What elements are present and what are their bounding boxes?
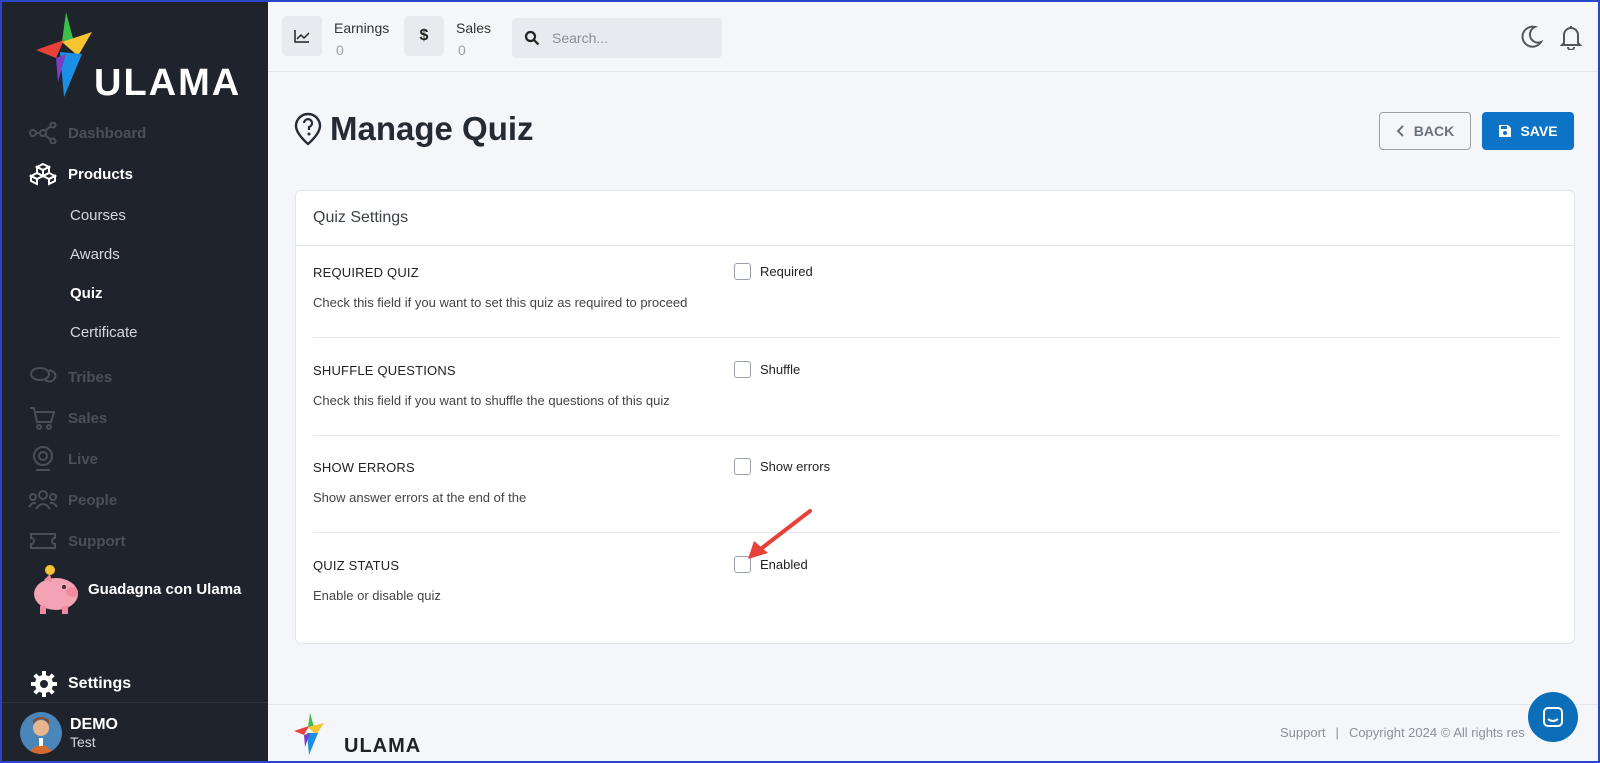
checkbox-box[interactable] bbox=[734, 263, 751, 280]
save-button[interactable]: SAVE bbox=[1482, 112, 1574, 150]
sidebar: ULAMA Dashboard Products Courses Awards … bbox=[2, 2, 268, 761]
checkbox-label: Show errors bbox=[760, 459, 831, 474]
chevron-left-icon bbox=[1396, 125, 1404, 137]
setting-title: REQUIRED QUIZ bbox=[313, 265, 419, 280]
sidebar-item-sales[interactable]: Sales bbox=[28, 403, 107, 433]
promo-earn-with-ulama[interactable]: Guadagna con Ulama bbox=[28, 562, 241, 616]
sidebar-item-label: Sales bbox=[68, 409, 108, 427]
divider bbox=[313, 435, 1559, 436]
footer-links: Support | Copyright 2024 © All rights res bbox=[1280, 725, 1525, 740]
ulama-logo[interactable]: ULAMA bbox=[36, 12, 239, 104]
search-icon bbox=[512, 30, 552, 46]
sidebar-subitem-certificate[interactable]: Certificate bbox=[70, 324, 138, 341]
divider bbox=[2, 702, 268, 703]
cubes-icon bbox=[28, 162, 58, 186]
required-checkbox[interactable]: Required bbox=[734, 263, 813, 280]
sidebar-item-products[interactable]: Products bbox=[28, 159, 133, 189]
cart-icon bbox=[28, 406, 58, 430]
sidebar-item-people[interactable]: People bbox=[28, 485, 117, 515]
settings-label: Settings bbox=[68, 675, 132, 692]
page-title: Manage Quiz bbox=[330, 110, 534, 147]
show-errors-checkbox[interactable]: Show errors bbox=[734, 458, 830, 475]
setting-title: SHOW ERRORS bbox=[313, 460, 415, 475]
setting-description: Check this field if you want to shuffle … bbox=[313, 393, 670, 408]
sidebar-subitem-quiz[interactable]: Quiz bbox=[70, 285, 103, 302]
sidebar-subitem-awards[interactable]: Awards bbox=[70, 246, 120, 263]
promo-label: Guadagna con Ulama bbox=[88, 580, 242, 598]
checkbox-box[interactable] bbox=[734, 361, 751, 378]
sales-stat: $ Sales 0 bbox=[404, 16, 491, 58]
divider bbox=[313, 532, 1559, 533]
setting-description: Check this field if you want to set this… bbox=[313, 295, 688, 310]
setting-description: Enable or disable quiz bbox=[313, 588, 441, 603]
footer-copyright: Copyright 2024 © All rights res bbox=[1348, 725, 1525, 740]
top-bar: Earnings 0 $ Sales 0 bbox=[268, 2, 1598, 72]
chat-launcher-button[interactable] bbox=[1528, 692, 1578, 742]
webcam-icon bbox=[28, 446, 58, 471]
card-title: Quiz Settings bbox=[296, 191, 1574, 246]
search-input[interactable] bbox=[552, 30, 712, 46]
brand-name: ULAMA bbox=[94, 62, 242, 104]
footer: ULAMA Support | Copyright 2024 © All right… bbox=[268, 704, 1598, 761]
moon-icon[interactable] bbox=[1518, 24, 1544, 50]
save-label: SAVE bbox=[1520, 123, 1558, 139]
sales-label: Sales bbox=[456, 20, 492, 36]
footer-logo: ULAMA bbox=[294, 713, 420, 757]
page-header: Manage Quiz bbox=[294, 110, 534, 148]
chat-icon bbox=[1543, 707, 1563, 727]
quiz-settings-card: Quiz Settings REQUIRED QUIZ Check this f… bbox=[295, 190, 1575, 644]
sidebar-item-dashboard[interactable]: Dashboard bbox=[28, 118, 146, 148]
setting-description: Show answer errors at the end of the bbox=[313, 490, 527, 505]
sidebar-item-support[interactable]: Support bbox=[28, 526, 126, 556]
setting-title: QUIZ STATUS bbox=[313, 558, 400, 573]
earnings-stat: Earnings 0 bbox=[282, 16, 389, 58]
footer-brand-name: ULAMA bbox=[344, 735, 422, 757]
chart-line-icon bbox=[282, 16, 322, 56]
dollar-icon: $ bbox=[404, 16, 444, 56]
sidebar-item-label: Dashboard bbox=[68, 124, 147, 142]
sales-value: 0 bbox=[458, 42, 466, 58]
people-icon bbox=[28, 488, 58, 512]
bell-icon[interactable] bbox=[1558, 24, 1584, 50]
footer-separator: | bbox=[1335, 725, 1339, 740]
sidebar-item-label: Support bbox=[68, 532, 126, 550]
chat-bubbles-icon bbox=[28, 365, 58, 389]
back-button[interactable]: BACK bbox=[1379, 112, 1471, 150]
piggy-bank-icon bbox=[34, 565, 78, 614]
divider bbox=[313, 337, 1559, 338]
earnings-value: 0 bbox=[336, 42, 344, 58]
sidebar-item-tribes[interactable]: Tribes bbox=[28, 362, 112, 392]
ticket-icon bbox=[28, 529, 58, 553]
checkbox-label: Required bbox=[760, 264, 813, 279]
sidebar-item-live[interactable]: Live bbox=[28, 444, 98, 474]
origami-bird-icon bbox=[36, 12, 92, 97]
map-pin-question-icon bbox=[294, 112, 322, 146]
user-name: DEMO bbox=[70, 716, 118, 733]
shuffle-checkbox[interactable]: Shuffle bbox=[734, 361, 800, 378]
setting-title: SHUFFLE QUESTIONS bbox=[313, 363, 456, 378]
annotation-arrow-icon bbox=[748, 509, 812, 559]
origami-bird-icon bbox=[294, 713, 324, 755]
sidebar-item-label: Tribes bbox=[68, 368, 113, 386]
checkbox-box[interactable] bbox=[734, 458, 751, 475]
user-profile[interactable]: DEMO Test bbox=[20, 712, 118, 754]
back-label: BACK bbox=[1413, 123, 1455, 139]
avatar bbox=[20, 712, 62, 754]
sidebar-item-label: Products bbox=[68, 165, 134, 183]
footer-support-link[interactable]: Support bbox=[1280, 725, 1326, 740]
network-icon bbox=[28, 121, 58, 145]
sidebar-subitem-courses[interactable]: Courses bbox=[70, 207, 126, 224]
search-box bbox=[512, 18, 722, 58]
sidebar-item-settings[interactable]: Settings bbox=[30, 670, 131, 698]
sidebar-item-label: People bbox=[68, 491, 118, 509]
floppy-disk-icon bbox=[1499, 125, 1512, 137]
earnings-label: Earnings bbox=[334, 20, 390, 36]
checkbox-label: Shuffle bbox=[760, 362, 801, 377]
user-role: Test bbox=[70, 734, 96, 750]
sidebar-item-label: Live bbox=[68, 450, 99, 468]
gear-icon bbox=[31, 671, 57, 697]
